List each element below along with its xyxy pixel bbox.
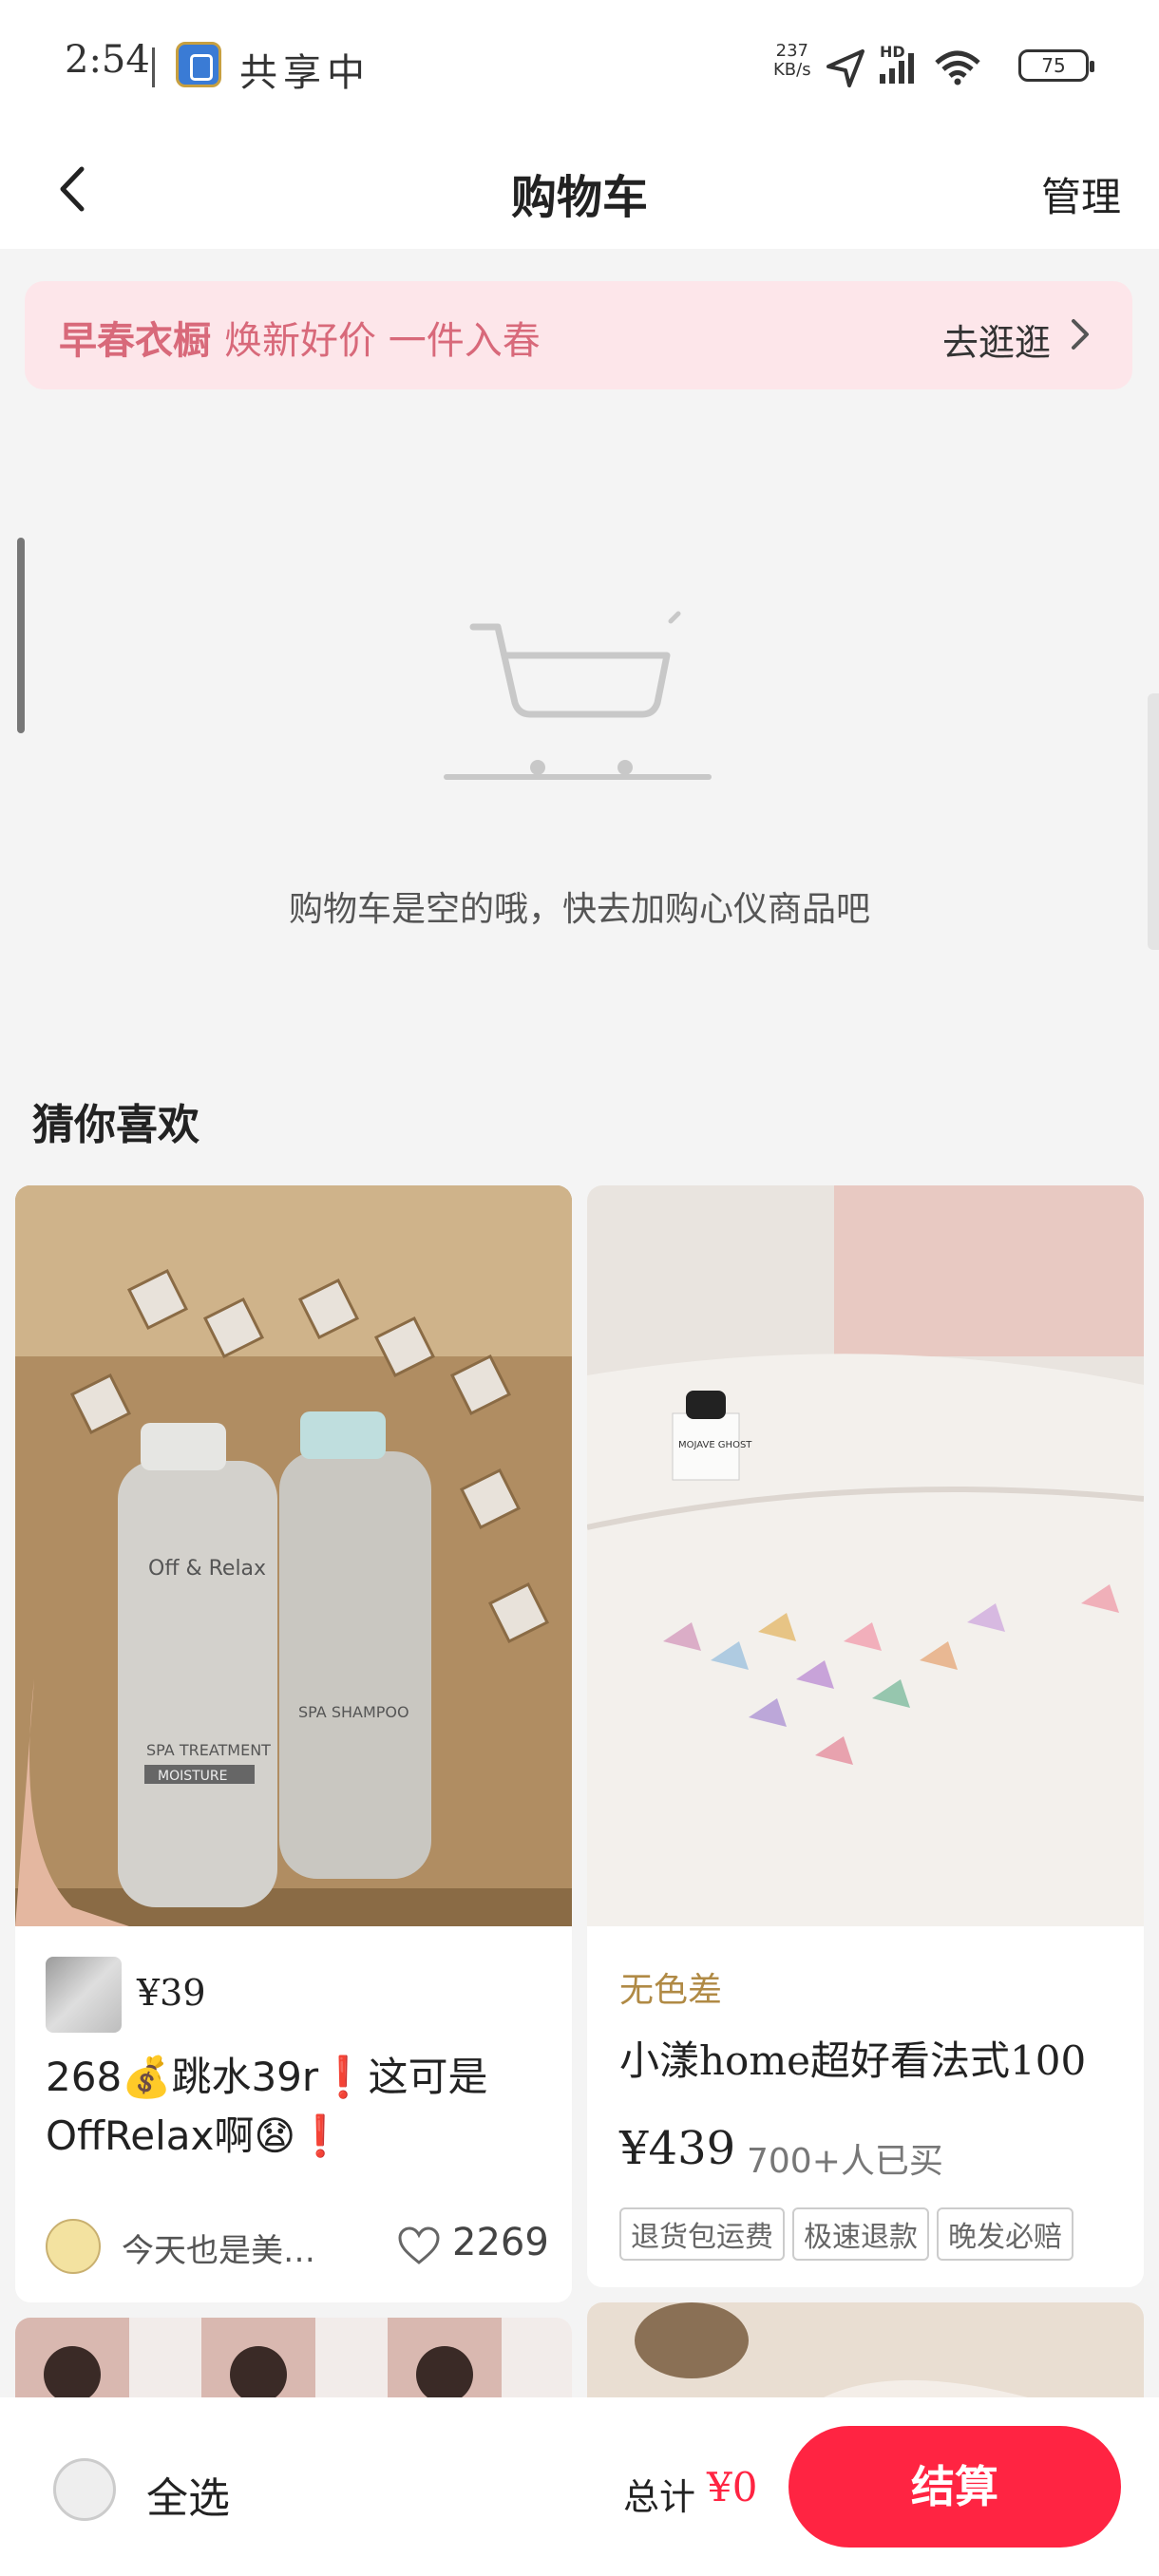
- banner-action-link[interactable]: 去逛逛: [942, 313, 1051, 366]
- author-name: 今天也是美…: [122, 2232, 315, 2270]
- checkout-button[interactable]: 结算: [788, 2426, 1121, 2548]
- promo-banner[interactable]: 早春衣橱 焕新好价 一件入春 去逛逛: [25, 281, 1132, 389]
- total-label: 总计: [623, 2476, 696, 2518]
- page-title: 购物车: [510, 171, 648, 224]
- location-icon: [826, 49, 864, 87]
- author-avatar: [46, 2219, 101, 2274]
- banner-subtitle: 焕新好价 一件入春: [224, 319, 541, 363]
- empty-cart-message: 购物车是空的哦，快去加购心仪商品吧: [288, 890, 870, 929]
- bottle-label-mojave: MOJAVE GHOST: [678, 1440, 752, 1450]
- product-card[interactable]: Off & Relax SPA TREATMENT MOISTURE SPA S…: [15, 1185, 572, 2302]
- shop-thumbnail: [46, 1957, 122, 2033]
- sharing-status: 共享中: [239, 51, 370, 95]
- total-amount: ¥0: [707, 2464, 758, 2510]
- like-count: 2269: [452, 2221, 549, 2264]
- product-title: 268💰跳水39r❗这可是OffRelax啊😧❗: [46, 2054, 488, 2159]
- status-divider: [152, 47, 155, 87]
- badge-late-compensation: 晚发必赔: [937, 2207, 1074, 2261]
- no-color-diff-tag: 无色差: [619, 1971, 723, 2010]
- top-nav: 购物车 管理: [0, 133, 1159, 249]
- manage-button[interactable]: 管理: [1041, 165, 1121, 223]
- app-sharing-icon: [176, 42, 221, 87]
- status-bar: 2:54 共享中 237 KB/s HD 75: [0, 0, 1159, 133]
- wifi-icon: [935, 50, 980, 85]
- status-time: 2:54: [65, 38, 150, 82]
- hd-label: HD: [880, 43, 905, 61]
- product-price: ¥439: [619, 2122, 736, 2175]
- select-all-checkbox[interactable]: [53, 2458, 116, 2521]
- bottle-label-treatment: SPA TREATMENT: [146, 1741, 271, 1759]
- product-title: 小漾home超好看法式100: [619, 2037, 1087, 2084]
- select-all-label[interactable]: 全选: [146, 2464, 230, 2525]
- chevron-right-icon: [1072, 319, 1089, 350]
- product-price: ¥39: [137, 1972, 206, 2014]
- service-badges: 退货包运费 极速退款 晚发必赔: [619, 2207, 1074, 2261]
- product-card[interactable]: MOJAVE GHOST 无色差 小漾home超好看法式100 ¥439 700…: [587, 1185, 1144, 2287]
- empty-cart-icon: [444, 611, 712, 780]
- recommend-heading: 猜你喜欢: [32, 1101, 200, 1149]
- heart-icon[interactable]: [397, 2226, 441, 2266]
- badge-free-return: 退货包运费: [619, 2207, 785, 2261]
- status-icons: HD: [826, 43, 980, 87]
- bottle-label-brand: Off & Relax: [148, 1557, 266, 1581]
- banner-title: 早春衣橱: [59, 319, 211, 363]
- product-image-shampoo: Off & Relax SPA TREATMENT MOISTURE SPA S…: [15, 1185, 572, 1926]
- sold-count: 700+人已买: [747, 2142, 943, 2181]
- network-speed-unit: KB/s: [773, 60, 811, 80]
- network-speed-value: 237: [775, 41, 808, 61]
- bottle-label-moisture: MOISTURE: [158, 1769, 228, 1784]
- scroll-indicator: [17, 538, 25, 733]
- badge-fast-refund: 极速退款: [792, 2207, 929, 2261]
- bottom-checkout-bar: 全选 总计 ¥0 结算: [0, 2397, 1159, 2576]
- network-speed: 237 KB/s: [773, 42, 811, 80]
- bottle-label-shampoo: SPA SHAMPOO: [298, 1703, 409, 1721]
- battery-icon: 75: [1018, 49, 1094, 82]
- product-image-bedding: MOJAVE GHOST: [587, 1185, 1144, 1926]
- signal-icon: HD: [880, 43, 914, 84]
